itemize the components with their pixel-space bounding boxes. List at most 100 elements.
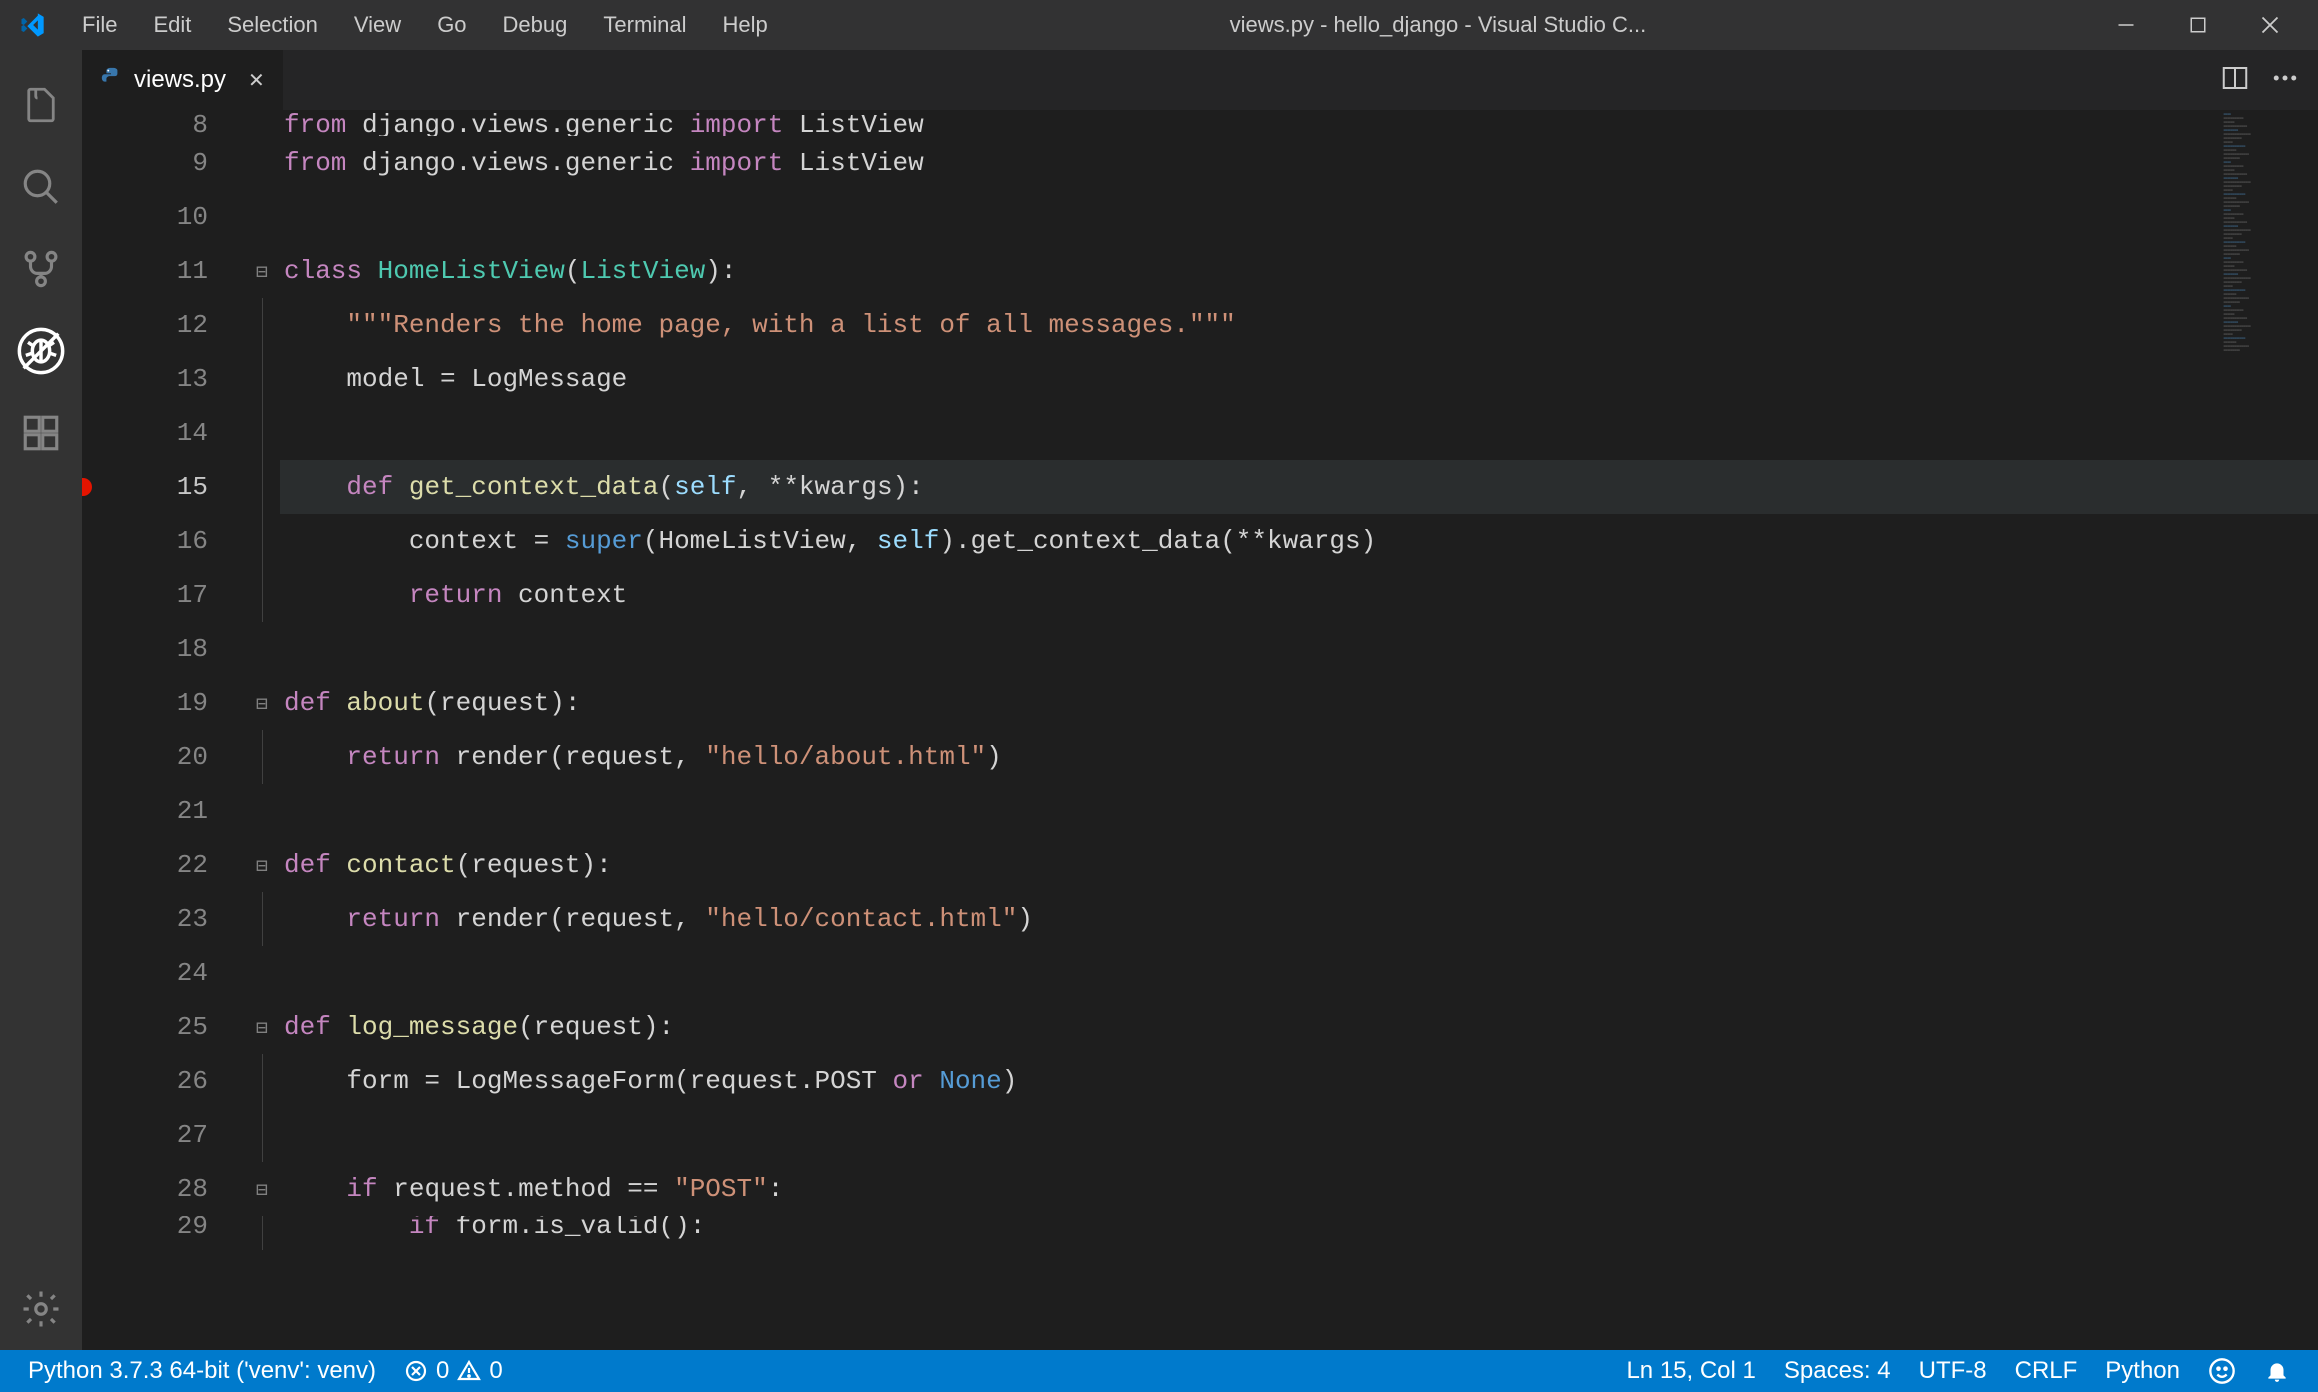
extensions-icon[interactable] bbox=[0, 392, 82, 474]
menu-go[interactable]: Go bbox=[419, 4, 484, 46]
line-number[interactable]: 20 bbox=[82, 730, 244, 784]
source-control-icon[interactable] bbox=[0, 228, 82, 310]
code-line[interactable]: def log_message(request): bbox=[280, 1000, 2318, 1054]
menu-debug[interactable]: Debug bbox=[485, 4, 586, 46]
explorer-icon[interactable] bbox=[0, 64, 82, 146]
line-number[interactable]: 14 bbox=[82, 406, 244, 460]
line-number[interactable]: 24 bbox=[82, 946, 244, 1000]
maximize-button[interactable] bbox=[2162, 0, 2234, 50]
split-editor-icon[interactable] bbox=[2220, 63, 2250, 98]
fold-guide bbox=[244, 784, 280, 838]
code-line[interactable]: def get_context_data(self, **kwargs): bbox=[280, 460, 2318, 514]
fold-toggle-icon[interactable] bbox=[244, 838, 280, 892]
code-line[interactable]: form = LogMessageForm(request.POST or No… bbox=[280, 1054, 2318, 1108]
encoding-status[interactable]: UTF-8 bbox=[1905, 1357, 2001, 1385]
minimize-button[interactable] bbox=[2090, 0, 2162, 50]
line-number[interactable]: 25 bbox=[82, 1000, 244, 1054]
code-line[interactable] bbox=[280, 1108, 2318, 1162]
code-line[interactable]: """Renders the home page, with a list of… bbox=[280, 298, 2318, 352]
line-number[interactable]: 8 bbox=[82, 110, 244, 136]
code-line[interactable] bbox=[280, 784, 2318, 838]
vscode-logo-icon bbox=[18, 11, 46, 39]
feedback-icon[interactable] bbox=[2194, 1357, 2250, 1385]
menu-terminal[interactable]: Terminal bbox=[585, 4, 704, 46]
code-line[interactable]: def about(request): bbox=[280, 676, 2318, 730]
python-interpreter-status[interactable]: Python 3.7.3 64-bit ('venv': venv) bbox=[14, 1357, 390, 1385]
line-number[interactable]: 28 bbox=[82, 1162, 244, 1216]
line-number[interactable]: 23 bbox=[82, 892, 244, 946]
close-button[interactable] bbox=[2234, 0, 2306, 50]
fold-guide bbox=[244, 110, 280, 136]
code-line[interactable]: def contact(request): bbox=[280, 838, 2318, 892]
code-line[interactable]: model = LogMessage bbox=[280, 352, 2318, 406]
line-number[interactable]: 21 bbox=[82, 784, 244, 838]
activity-bar bbox=[0, 50, 82, 1350]
code-line[interactable]: from django.views.generic import ListVie… bbox=[280, 110, 2318, 136]
language-mode-status[interactable]: Python bbox=[2091, 1357, 2194, 1385]
line-number[interactable]: 16 bbox=[82, 514, 244, 568]
menu-help[interactable]: Help bbox=[705, 4, 786, 46]
code-line[interactable] bbox=[280, 406, 2318, 460]
fold-guide bbox=[244, 1108, 280, 1162]
close-tab-icon[interactable]: ✕ bbox=[248, 68, 265, 93]
debug-icon[interactable] bbox=[0, 310, 82, 392]
line-number[interactable]: 18 bbox=[82, 622, 244, 676]
eol-status[interactable]: CRLF bbox=[2001, 1357, 2092, 1385]
code-editor[interactable]: 8910111213141516171819202122232425262728… bbox=[82, 110, 2318, 1350]
line-number-gutter[interactable]: 8910111213141516171819202122232425262728… bbox=[82, 110, 244, 1350]
menu-selection[interactable]: Selection bbox=[209, 4, 336, 46]
line-number[interactable]: 13 bbox=[82, 352, 244, 406]
fold-toggle-icon[interactable] bbox=[244, 1162, 280, 1216]
problems-status[interactable]: 0 0 bbox=[390, 1357, 517, 1385]
fold-guide bbox=[244, 514, 280, 568]
menu-view[interactable]: View bbox=[336, 4, 419, 46]
fold-guide bbox=[244, 136, 280, 190]
code-line[interactable] bbox=[280, 190, 2318, 244]
more-actions-icon[interactable] bbox=[2270, 63, 2300, 98]
settings-gear-icon[interactable] bbox=[0, 1268, 82, 1350]
indentation-status[interactable]: Spaces: 4 bbox=[1770, 1357, 1905, 1385]
fold-guide bbox=[244, 622, 280, 676]
line-number[interactable]: 26 bbox=[82, 1054, 244, 1108]
code-line[interactable]: class HomeListView(ListView): bbox=[280, 244, 2318, 298]
code-line[interactable]: return context bbox=[280, 568, 2318, 622]
window-title: views.py - hello_django - Visual Studio … bbox=[786, 12, 2090, 38]
line-number[interactable]: 11 bbox=[82, 244, 244, 298]
code-line[interactable]: if form.is_valid(): bbox=[280, 1216, 2318, 1250]
tab-views-py[interactable]: views.py ✕ bbox=[82, 50, 284, 110]
line-number[interactable]: 15 bbox=[82, 460, 244, 514]
fold-toggle-icon[interactable] bbox=[244, 1000, 280, 1054]
minimap[interactable]: ▬▬▬▬ ▬▬▬▬▬▬▬▬▬▬▬ ▬▬▬▬▬▬ ▬▬▬▬▬▬▬▬▬▬▬▬▬ ▬▬… bbox=[2218, 110, 2318, 410]
search-icon[interactable] bbox=[0, 146, 82, 228]
fold-toggle-icon[interactable] bbox=[244, 244, 280, 298]
cursor-position-status[interactable]: Ln 15, Col 1 bbox=[1612, 1357, 1769, 1385]
menu-file[interactable]: File bbox=[64, 4, 135, 46]
line-number[interactable]: 10 bbox=[82, 190, 244, 244]
notifications-icon[interactable] bbox=[2250, 1358, 2304, 1384]
code-line[interactable]: return render(request, "hello/about.html… bbox=[280, 730, 2318, 784]
fold-toggle-icon[interactable] bbox=[244, 676, 280, 730]
line-number[interactable]: 17 bbox=[82, 568, 244, 622]
code-content[interactable]: from django.views.generic import ListVie… bbox=[280, 110, 2318, 1350]
warning-icon bbox=[457, 1359, 481, 1383]
menu-edit[interactable]: Edit bbox=[135, 4, 209, 46]
line-number[interactable]: 29 bbox=[82, 1216, 244, 1250]
fold-gutter[interactable] bbox=[244, 110, 280, 1350]
line-number[interactable]: 22 bbox=[82, 838, 244, 892]
code-line[interactable]: return render(request, "hello/contact.ht… bbox=[280, 892, 2318, 946]
code-line[interactable]: context = super(HomeListView, self).get_… bbox=[280, 514, 2318, 568]
line-number[interactable]: 12 bbox=[82, 298, 244, 352]
code-line[interactable]: if request.method == "POST": bbox=[280, 1162, 2318, 1216]
window-controls bbox=[2090, 0, 2306, 50]
title-bar: FileEditSelectionViewGoDebugTerminalHelp… bbox=[0, 0, 2318, 50]
code-line[interactable]: from django.views.generic import ListVie… bbox=[280, 136, 2318, 190]
code-line[interactable] bbox=[280, 622, 2318, 676]
line-number[interactable]: 19 bbox=[82, 676, 244, 730]
line-number[interactable]: 9 bbox=[82, 136, 244, 190]
fold-guide bbox=[244, 406, 280, 460]
line-number[interactable]: 27 bbox=[82, 1108, 244, 1162]
code-line[interactable] bbox=[280, 946, 2318, 1000]
breakpoint-icon[interactable] bbox=[82, 478, 92, 496]
fold-guide bbox=[244, 298, 280, 352]
status-bar: Python 3.7.3 64-bit ('venv': venv) 0 0 L… bbox=[0, 1350, 2318, 1392]
